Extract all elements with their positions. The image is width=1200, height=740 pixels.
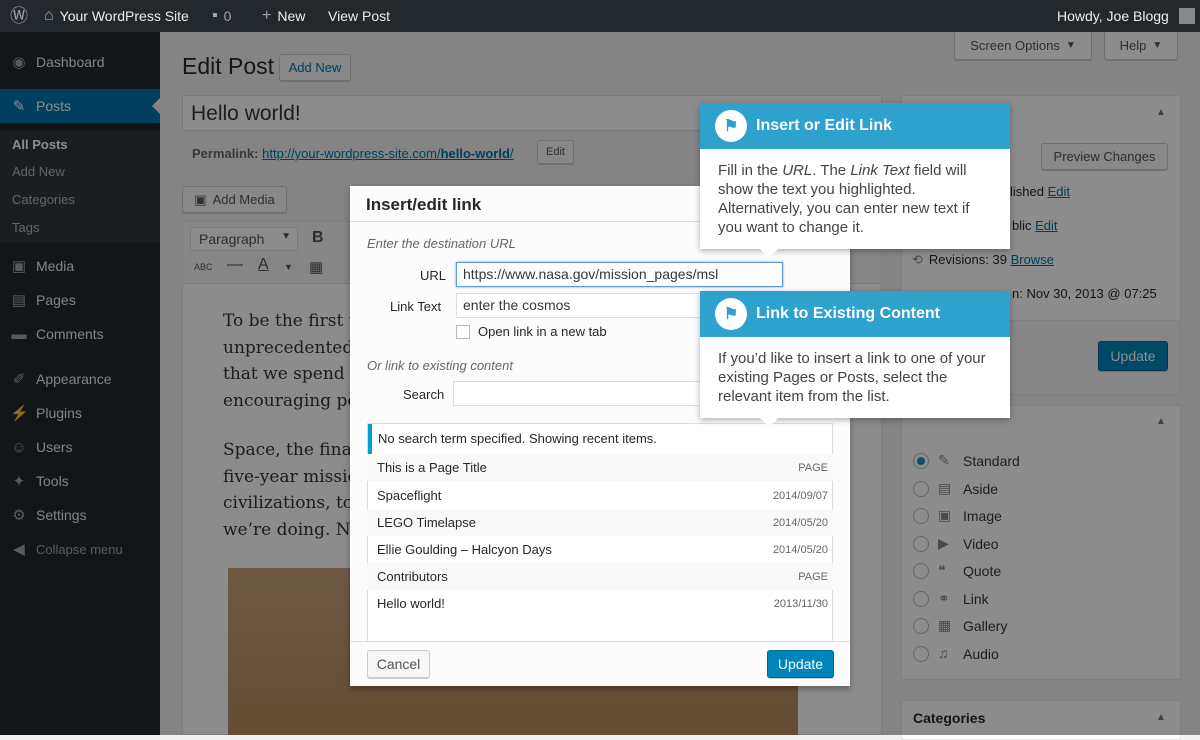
flag-icon: ⚑ <box>715 110 747 142</box>
update-link-button[interactable]: Update <box>767 650 834 678</box>
flag-icon: ⚑ <box>715 298 747 330</box>
list-item[interactable]: Spaceflight 2014/09/07 <box>367 482 833 509</box>
tooltip-arrow <box>760 249 778 258</box>
tooltip-link-existing-content: ⚑ Link to Existing Content If you’d like … <box>700 291 1010 427</box>
dialog-title: Insert/edit link <box>366 195 482 214</box>
new-tab-checkbox[interactable] <box>456 325 470 339</box>
destination-label: Enter the destination URL <box>367 236 516 251</box>
tooltip-header: ⚑ Link to Existing Content <box>700 291 1010 337</box>
list-item[interactable]: This is a Page Title PAGE <box>367 454 833 481</box>
new-tab-label: Open link in a new tab <box>478 324 607 339</box>
comment-icon: ▪ <box>212 7 218 24</box>
account-menu[interactable]: Howdy, Joe Blogg <box>1057 0 1195 32</box>
wordpress-logo-icon[interactable]: Ⓦ <box>10 0 28 32</box>
link-text-label: Link Text <box>390 299 442 314</box>
site-name-link[interactable]: ⌂ Your WordPress Site <box>44 0 189 32</box>
link-text-input[interactable]: enter the cosmos <box>456 293 704 318</box>
modal-backdrop-sidebar <box>0 32 160 735</box>
home-icon: ⌂ <box>44 7 54 24</box>
admin-bar: Ⓦ ⌂ Your WordPress Site ▪ 0 + New View Post… <box>0 0 1200 32</box>
url-label: URL <box>420 268 447 283</box>
comments-link[interactable]: ▪ 0 <box>212 0 231 32</box>
existing-content-label: Or link to existing content <box>367 358 513 373</box>
view-post-link[interactable]: View Post <box>328 0 390 32</box>
list-item[interactable]: Contributors PAGE <box>367 563 833 590</box>
tooltip-arrow <box>760 418 778 427</box>
list-item[interactable]: Ellie Goulding – Halcyon Days 2014/05/20 <box>367 536 833 563</box>
list-item[interactable]: LEGO Timelapse 2014/05/20 <box>367 509 833 536</box>
tooltip-body: Fill in the URL. The Link Text field wil… <box>718 162 970 236</box>
insert-link-dialog: Insert/edit link Enter the destination U… <box>350 186 850 686</box>
tooltip-insert-edit-link: ⚑ Insert or Edit Link Fill in the URL. Th… <box>700 103 1010 258</box>
search-label: Search <box>403 387 445 402</box>
search-input[interactable] <box>453 381 703 406</box>
tooltip-body: If you’d like to insert a link to one of… <box>718 350 986 405</box>
search-notice: No search term specified. Showing recent… <box>368 424 832 455</box>
tooltip-header: ⚑ Insert or Edit Link <box>700 103 1010 149</box>
avatar <box>1178 8 1195 24</box>
cancel-button[interactable]: Cancel <box>367 650 430 678</box>
list-item[interactable]: Hello world! 2013/11/30 <box>367 590 833 617</box>
plus-icon: + <box>262 7 272 24</box>
url-input[interactable]: https://www.nasa.gov/mission_pages/msl <box>456 262 783 287</box>
new-content-link[interactable]: + New <box>262 0 305 32</box>
